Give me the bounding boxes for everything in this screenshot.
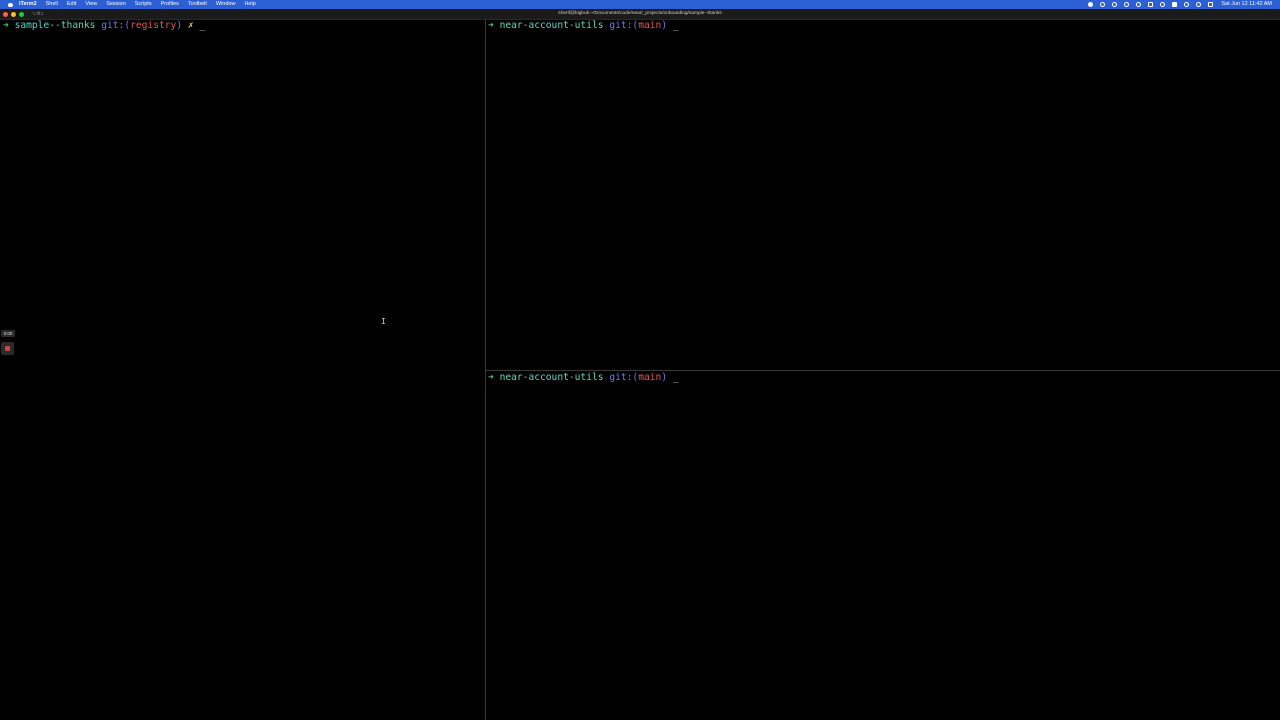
git-branch: main: [638, 20, 662, 31]
menu-window[interactable]: Window: [216, 0, 236, 9]
prompt-line: ➜ near-account-utils git:(main) _: [488, 20, 679, 32]
sync-status-icon[interactable]: [1136, 2, 1142, 7]
git-dirty-icon: ✗: [187, 20, 194, 31]
prompt-arrow-icon: ➜: [488, 20, 494, 31]
prompt-directory: sample--thanks: [14, 20, 96, 31]
menu-bar: iTerm2 Shell Edit View Session Scripts P…: [0, 0, 1280, 9]
menu-session[interactable]: Session: [106, 0, 126, 9]
prompt-directory: near-account-utils: [499, 20, 604, 31]
git-label-close: ): [661, 20, 668, 31]
terminal-pane-right-bottom[interactable]: ➜ near-account-utils git:(main) _: [486, 372, 1280, 720]
text-cursor: _: [672, 20, 679, 31]
window-title: sherif@bigbuk:~/Documents/code/near/_pro…: [558, 11, 722, 16]
terminal-pane-left[interactable]: ➜ sample--thanks git:(registry) ✗ _ 0:00…: [0, 20, 485, 720]
git-label-open: git:(: [101, 20, 131, 31]
menu-toolbelt[interactable]: Toolbelt: [188, 0, 207, 9]
menu-profiles[interactable]: Profiles: [161, 0, 179, 9]
window-title-bar: ⌥⌘1 sherif@bigbuk:~/Documents/code/near/…: [0, 9, 1280, 20]
menu-view[interactable]: View: [85, 0, 97, 9]
recording-timer: 0:00: [1, 330, 15, 337]
control-center-icon[interactable]: [1208, 2, 1214, 7]
git-label-close: ): [176, 20, 183, 31]
text-cursor: _: [199, 20, 206, 31]
search-icon[interactable]: [1196, 2, 1202, 7]
git-branch: main: [638, 372, 662, 383]
prompt-directory: near-account-utils: [499, 372, 604, 383]
prompt-line: ➜ near-account-utils git:(main) _: [488, 372, 679, 384]
volume-icon[interactable]: [1148, 2, 1154, 7]
git-label-open: git:(: [609, 20, 639, 31]
prompt-arrow-icon: ➜: [488, 372, 494, 383]
terminal-pane-right-top[interactable]: ➜ near-account-utils git:(main) _: [486, 20, 1280, 370]
menu-shell[interactable]: Shell: [46, 0, 58, 9]
prompt-arrow-icon: ➜: [3, 20, 9, 31]
menu-clock[interactable]: Sat Jun 12 11:42 AM: [1221, 0, 1272, 9]
bluetooth-icon[interactable]: [1160, 2, 1166, 7]
git-branch: registry: [130, 20, 177, 31]
text-cursor: _: [672, 372, 679, 383]
apple-icon[interactable]: [7, 2, 13, 8]
stop-recording-icon[interactable]: [1, 342, 14, 355]
clock-status-icon[interactable]: [1112, 2, 1118, 7]
prompt-line: ➜ sample--thanks git:(registry) ✗ _: [3, 20, 205, 32]
gear-status-icon[interactable]: [1088, 2, 1094, 7]
menu-app-name[interactable]: iTerm2: [19, 0, 37, 9]
status-area: Sat Jun 12 11:42 AM: [1081, 0, 1272, 9]
i-beam-cursor-icon: I: [381, 317, 386, 326]
pane-divider-horizontal[interactable]: [486, 370, 1280, 371]
menu-scripts[interactable]: Scripts: [135, 0, 152, 9]
git-label-open: git:(: [609, 372, 639, 383]
battery-icon[interactable]: [1172, 2, 1178, 7]
menu-edit[interactable]: Edit: [67, 0, 76, 9]
git-label-close: ): [661, 372, 668, 383]
app-status-icon[interactable]: [1100, 2, 1106, 7]
wifi-icon[interactable]: [1184, 2, 1190, 7]
record-status-icon[interactable]: [1124, 2, 1130, 7]
menu-help[interactable]: Help: [244, 0, 255, 9]
